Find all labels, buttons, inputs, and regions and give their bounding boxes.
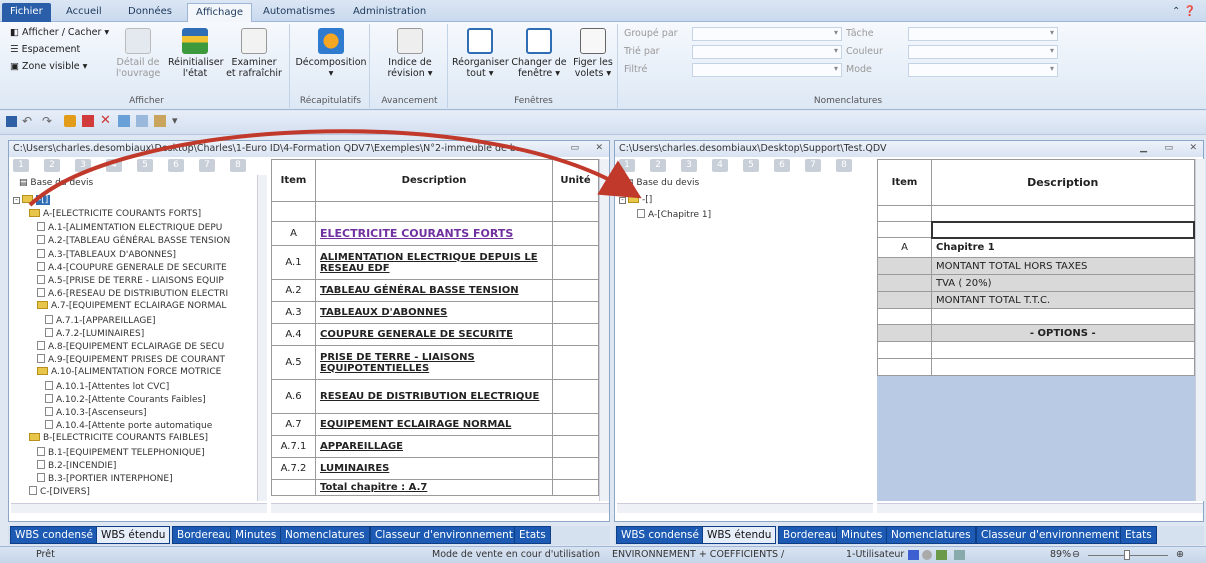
right-bottom-tabs: WBS condensé WBS étendu Bordereau Minutes No… bbox=[614, 526, 1204, 545]
left-bottom-tab[interactable]: Classeur d'environnement bbox=[370, 526, 518, 544]
status-environment: ENVIRONNEMENT + COEFFICIENTS / bbox=[612, 549, 785, 560]
zoom-slider-thumb[interactable] bbox=[1123, 550, 1130, 560]
status-a-icon[interactable] bbox=[908, 550, 919, 560]
left-bottom-tab[interactable]: Etats bbox=[514, 526, 551, 544]
left-bottom-tab[interactable]: Minutes bbox=[230, 526, 282, 544]
left-bottom-tab[interactable]: WBS condensé bbox=[10, 526, 98, 544]
status-user: 1-Utilisateur bbox=[846, 549, 905, 560]
right-bottom-tab[interactable]: WBS condensé bbox=[616, 526, 704, 544]
left-bottom-tab[interactable]: Nomenclatures bbox=[280, 526, 370, 544]
status-bar: Prêt Mode de vente en cour d'utilisation… bbox=[0, 546, 1206, 563]
right-bottom-tab[interactable]: Etats bbox=[1120, 526, 1157, 544]
status-mode: Mode de vente en cour d'utilisation bbox=[432, 549, 601, 560]
left-bottom-tab[interactable]: WBS étendu bbox=[96, 526, 171, 544]
zoom-in-icon[interactable]: ⊕ bbox=[1176, 547, 1184, 563]
status-chart-icon[interactable] bbox=[936, 550, 947, 560]
right-bottom-tab[interactable]: Classeur d'environnement bbox=[976, 526, 1124, 544]
status-circle-icon[interactable] bbox=[922, 550, 932, 560]
right-bottom-tab[interactable]: Bordereau bbox=[778, 526, 843, 544]
right-bottom-tab[interactable]: WBS étendu bbox=[702, 526, 777, 544]
zoom-level: 89% bbox=[1050, 549, 1072, 560]
zoom-out-icon[interactable]: ⊖ bbox=[1072, 547, 1080, 563]
right-bottom-tab[interactable]: Minutes bbox=[836, 526, 888, 544]
left-bottom-tab[interactable]: Bordereau bbox=[172, 526, 237, 544]
right-bottom-tab[interactable]: Nomenclatures bbox=[886, 526, 976, 544]
status-ready: Prêt bbox=[36, 549, 55, 560]
annotation-arrow bbox=[28, 129, 642, 207]
status-grid-icon[interactable] bbox=[954, 550, 965, 560]
left-bottom-tabs: WBS condensé WBS étendu Bordereau Minutes No… bbox=[8, 526, 610, 545]
